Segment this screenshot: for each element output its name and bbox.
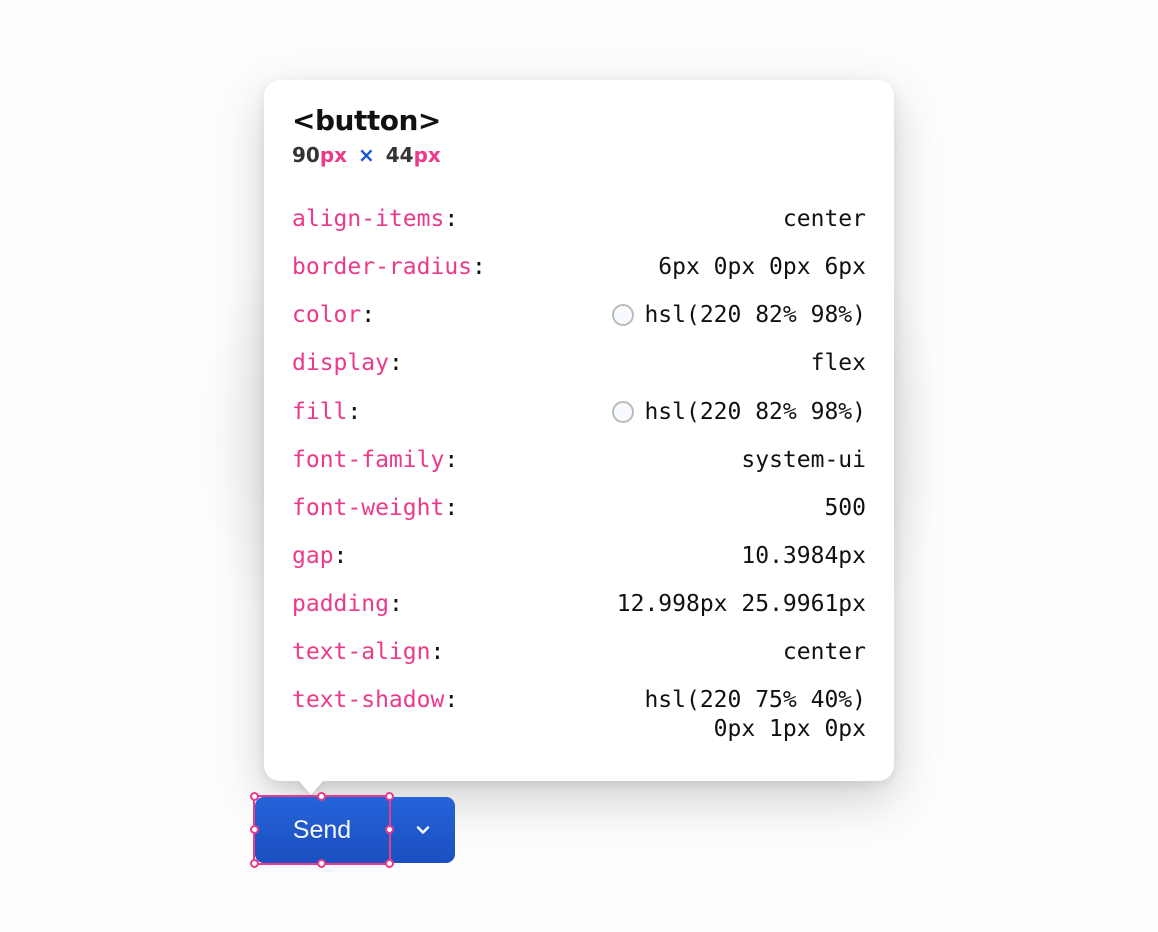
css-property-row: fill hsl(220 82% 98%) xyxy=(292,388,866,436)
element-dimensions: 90px × 44px xyxy=(292,143,866,167)
dimension-separator: × xyxy=(354,143,379,167)
dimension-height: 44 xyxy=(386,143,414,167)
css-property-value: 6px 0px 0px 6px xyxy=(658,255,866,279)
css-property-row: text-shadow hsl(220 75% 40%)0px 1px 0px xyxy=(292,676,866,752)
css-property-value: 10.3984px xyxy=(741,544,866,568)
css-property-row: text-align center xyxy=(292,628,866,676)
css-inspector-tooltip: <button> 90px × 44px align-itemscenterbo… xyxy=(264,80,894,781)
element-tag: <button> xyxy=(292,104,866,137)
css-property-row: gap 10.3984px xyxy=(292,532,866,580)
css-property-value: center xyxy=(783,207,866,231)
css-property-key: align-items xyxy=(292,207,458,231)
css-property-value: hsl(220 82% 98%) xyxy=(612,303,866,327)
css-property-key: border-radius xyxy=(292,255,486,279)
css-property-value: flex xyxy=(811,351,866,375)
css-property-key: text-shadow xyxy=(292,688,458,712)
css-property-row: color hsl(220 82% 98%) xyxy=(292,291,866,339)
css-property-key: display xyxy=(292,351,403,375)
css-property-key: font-family xyxy=(292,448,458,472)
send-dropdown-button[interactable] xyxy=(389,797,455,863)
css-property-key: color xyxy=(292,303,375,327)
send-button-group: Send xyxy=(255,797,455,863)
css-property-value: center xyxy=(783,640,866,664)
css-property-key: padding xyxy=(292,592,403,616)
send-button-label: Send xyxy=(293,816,351,845)
css-property-key: font-weight xyxy=(292,496,458,520)
chevron-down-icon xyxy=(413,820,433,840)
css-property-key: fill xyxy=(292,400,361,424)
css-property-row: border-radius 6px 0px 0px 6px xyxy=(292,243,866,291)
css-property-row: display flex xyxy=(292,339,866,387)
dimension-width-unit: px xyxy=(320,143,347,167)
color-swatch xyxy=(612,401,634,423)
css-properties-list: align-items center border-radius 6px 0px 0p… xyxy=(292,195,866,753)
dimension-width: 90 xyxy=(292,143,320,167)
css-property-value: hsl(220 82% 98%) xyxy=(612,400,866,424)
dimension-height-unit: px xyxy=(414,143,441,167)
css-property-key: gap xyxy=(292,544,347,568)
css-property-value: 500 xyxy=(824,496,866,520)
css-property-value: 12.998px 25.9961px xyxy=(617,592,866,616)
css-property-key: text-align xyxy=(292,640,444,664)
css-property-row: font-family system-ui xyxy=(292,436,866,484)
css-property-row: font-weight 500 xyxy=(292,484,866,532)
css-property-value: hsl(220 75% 40%)0px 1px 0px xyxy=(644,688,866,740)
css-property-row: align-items center xyxy=(292,195,866,243)
css-property-row: padding 12.998px 25.9961px xyxy=(292,580,866,628)
css-property-value: system-ui xyxy=(741,448,866,472)
send-button[interactable]: Send xyxy=(255,797,389,863)
color-swatch xyxy=(612,304,634,326)
